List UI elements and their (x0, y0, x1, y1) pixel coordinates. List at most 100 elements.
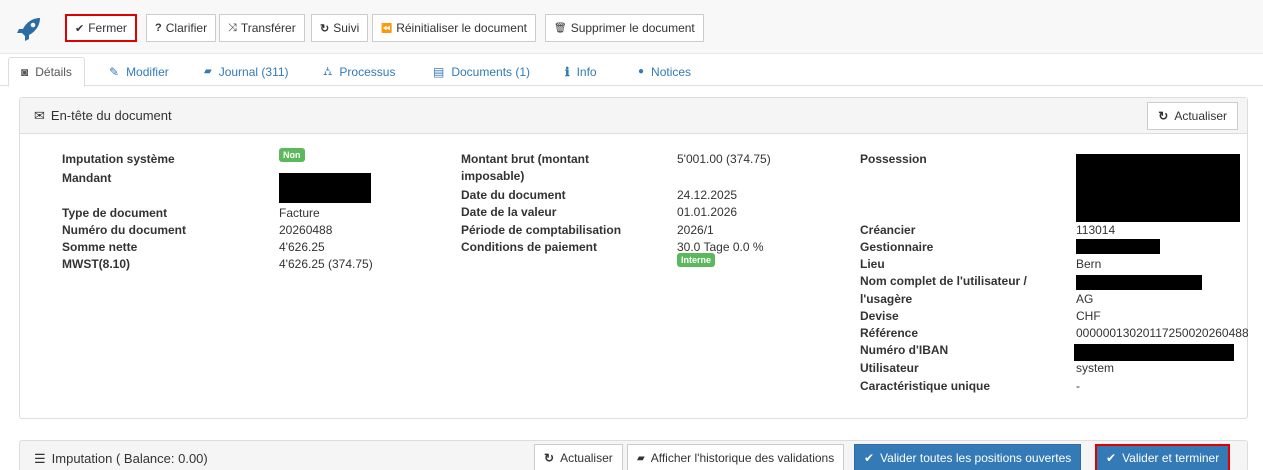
rocket-icon[interactable] (16, 16, 42, 42)
montant-label: Montant brut (montant (461, 152, 589, 166)
creancier-label: Créancier (860, 223, 916, 237)
delete-document-button[interactable]: 🗑 Supprimer le document (545, 14, 704, 42)
list-icon: ☰ (34, 451, 46, 466)
date-document-label: Date du document (461, 188, 566, 202)
mwst-value: 4'626.25 (374.75) (279, 257, 373, 271)
redacted-iban (1074, 344, 1234, 361)
mandant-label: Mandant (62, 171, 112, 185)
reset-document-button[interactable]: ⏪ Réinitialiser le document (372, 14, 536, 42)
status-badge: Non (279, 148, 305, 162)
reference-clip: 000000130201172500202604880 (1076, 325, 1248, 342)
tab-documents-label: Documents (1) (451, 64, 531, 79)
devise-label: Devise (860, 309, 899, 323)
caracteristique-label: Caractéristique unique (860, 379, 991, 393)
date-document-value: 24.12.2025 (677, 188, 738, 202)
lieu-value: Bern (1076, 257, 1102, 271)
clarify-button[interactable]: ? Clarifier (146, 14, 217, 42)
imputation-refresh-button[interactable]: ↻ Actualiser (534, 444, 623, 470)
validate-finish-label: Valider et terminer (1122, 451, 1220, 465)
type-value: Facture (279, 206, 320, 220)
periode-label: Période de comptabilisation (461, 223, 622, 237)
transfer-button[interactable]: ⤨ Transférer (219, 14, 305, 42)
tab-notices[interactable]: ● Notices (626, 57, 703, 86)
nom-value: AG (1076, 292, 1094, 306)
conditions-label: Conditions de paiement (461, 240, 598, 254)
tab-processus-label: Processus (339, 64, 396, 79)
clarify-button-label: Clarifier (165, 21, 208, 35)
close-button-label: Fermer (88, 21, 127, 35)
iban-label: Numéro d'IBAN (860, 343, 949, 357)
reference-label: Référence (860, 326, 919, 340)
tab-journal-label: Journal (311) (218, 64, 289, 79)
refresh-icon: ↻ (544, 451, 555, 465)
refresh-icon: ↻ (320, 22, 330, 35)
edit-icon: ✎ (109, 64, 120, 79)
somme-label: Somme nette (62, 240, 138, 254)
tab-details[interactable]: ◙ Détails (8, 57, 85, 87)
tab-info-label: Info (576, 64, 597, 79)
refresh-button-label: Actualiser (1174, 109, 1227, 123)
montant-label-line2: imposable) (461, 169, 525, 183)
follow-up-button[interactable]: ↻ Suivi (311, 14, 369, 42)
show-history-label: Afficher l'historique des validations (650, 451, 835, 465)
lieu-label: Lieu (860, 257, 885, 271)
book-icon: ▰ (204, 66, 212, 77)
trash-icon: 🗑 (554, 22, 567, 34)
file-icon: ▤ (433, 64, 445, 79)
mwst-label: MWST(8.10) (62, 257, 131, 271)
redacted-mandant (279, 173, 371, 203)
delete-document-button-label: Supprimer le document (570, 21, 695, 35)
follow-up-button-label: Suivi (333, 21, 360, 35)
redacted-nom (1076, 275, 1202, 290)
date-valeur-label: Date de la valeur (461, 205, 557, 219)
panel-title-text: En-tête du document (50, 108, 172, 123)
check-icon: ✔ (864, 451, 875, 465)
utilisateur-value: system (1076, 361, 1115, 375)
question-icon: ? (155, 22, 162, 34)
redacted-possession (1076, 154, 1240, 222)
tab-processus[interactable]: ⛼ Processus (311, 57, 407, 86)
shuffle-icon: ⤨ (228, 21, 237, 34)
transfer-button-label: Transférer (240, 21, 296, 35)
devise-value: CHF (1076, 309, 1101, 323)
type-label: Type de document (62, 206, 168, 220)
tab-bar: ◙ Détails ✎ Modifier ▰ Journal (311) ⛼ P… (0, 57, 1263, 87)
fast-backward-icon: ⏪ (381, 22, 393, 33)
tab-modifier-label: Modifier (126, 64, 169, 79)
info-icon: ℹ (565, 64, 570, 79)
montant-value: 5'001.00 (374.75) (677, 152, 771, 166)
check-icon: ✔ (75, 22, 85, 35)
refresh-button[interactable]: ↻ Actualiser (1147, 102, 1238, 130)
reset-document-button-label: Réinitialiser le document (396, 21, 527, 35)
show-history-button[interactable]: ▰ Afficher l'historique des validations (627, 444, 845, 470)
validate-all-label: Valider toutes les positions ouvertes (880, 451, 1072, 465)
numero-value: 20260488 (279, 223, 333, 237)
redacted-gestionnaire (1076, 239, 1160, 254)
validate-finish-button[interactable]: ✔ Valider et terminer (1095, 444, 1231, 470)
utilisateur-label: Utilisateur (860, 361, 919, 375)
tab-modifier[interactable]: ✎ Modifier (97, 57, 181, 86)
creancier-value: 113014 (1076, 223, 1116, 237)
caracteristique-value: - (1076, 379, 1080, 393)
close-button[interactable]: ✔ Fermer (65, 14, 137, 42)
imputation-refresh-label: Actualiser (560, 451, 613, 465)
gestionnaire-label: Gestionnaire (860, 240, 934, 254)
tab-info[interactable]: ℹ Info (553, 57, 609, 86)
book-icon: ▰ (637, 452, 645, 464)
envelope-icon: ✉ (34, 108, 45, 123)
sitemap-icon: ⛼ (323, 63, 333, 78)
numero-label: Numéro du document (62, 223, 187, 237)
panel-title: ✉ En-tête du document (34, 108, 172, 124)
tab-details-label: Détails (35, 65, 72, 79)
validate-all-button[interactable]: ✔ Valider toutes les positions ouvertes (854, 444, 1082, 470)
top-toolbar: ✔ Fermer ? Clarifier ⤨ Transférer ↻ Suiv… (0, 0, 1263, 54)
refresh-icon: ↻ (1158, 109, 1169, 123)
tab-documents[interactable]: ▤ Documents (1) (421, 57, 542, 86)
periode-value: 2026/1 (677, 223, 714, 237)
imputation-panel: ☰ Imputation ( Balance: 0.00) ↻ Actualise… (19, 440, 1248, 470)
eye-icon: ◙ (21, 65, 29, 79)
tab-journal[interactable]: ▰ Journal (311) (192, 57, 301, 86)
imputation-label: Imputation système (62, 152, 175, 166)
check-icon: ✔ (1106, 451, 1117, 465)
possession-label: Possession (860, 152, 927, 166)
